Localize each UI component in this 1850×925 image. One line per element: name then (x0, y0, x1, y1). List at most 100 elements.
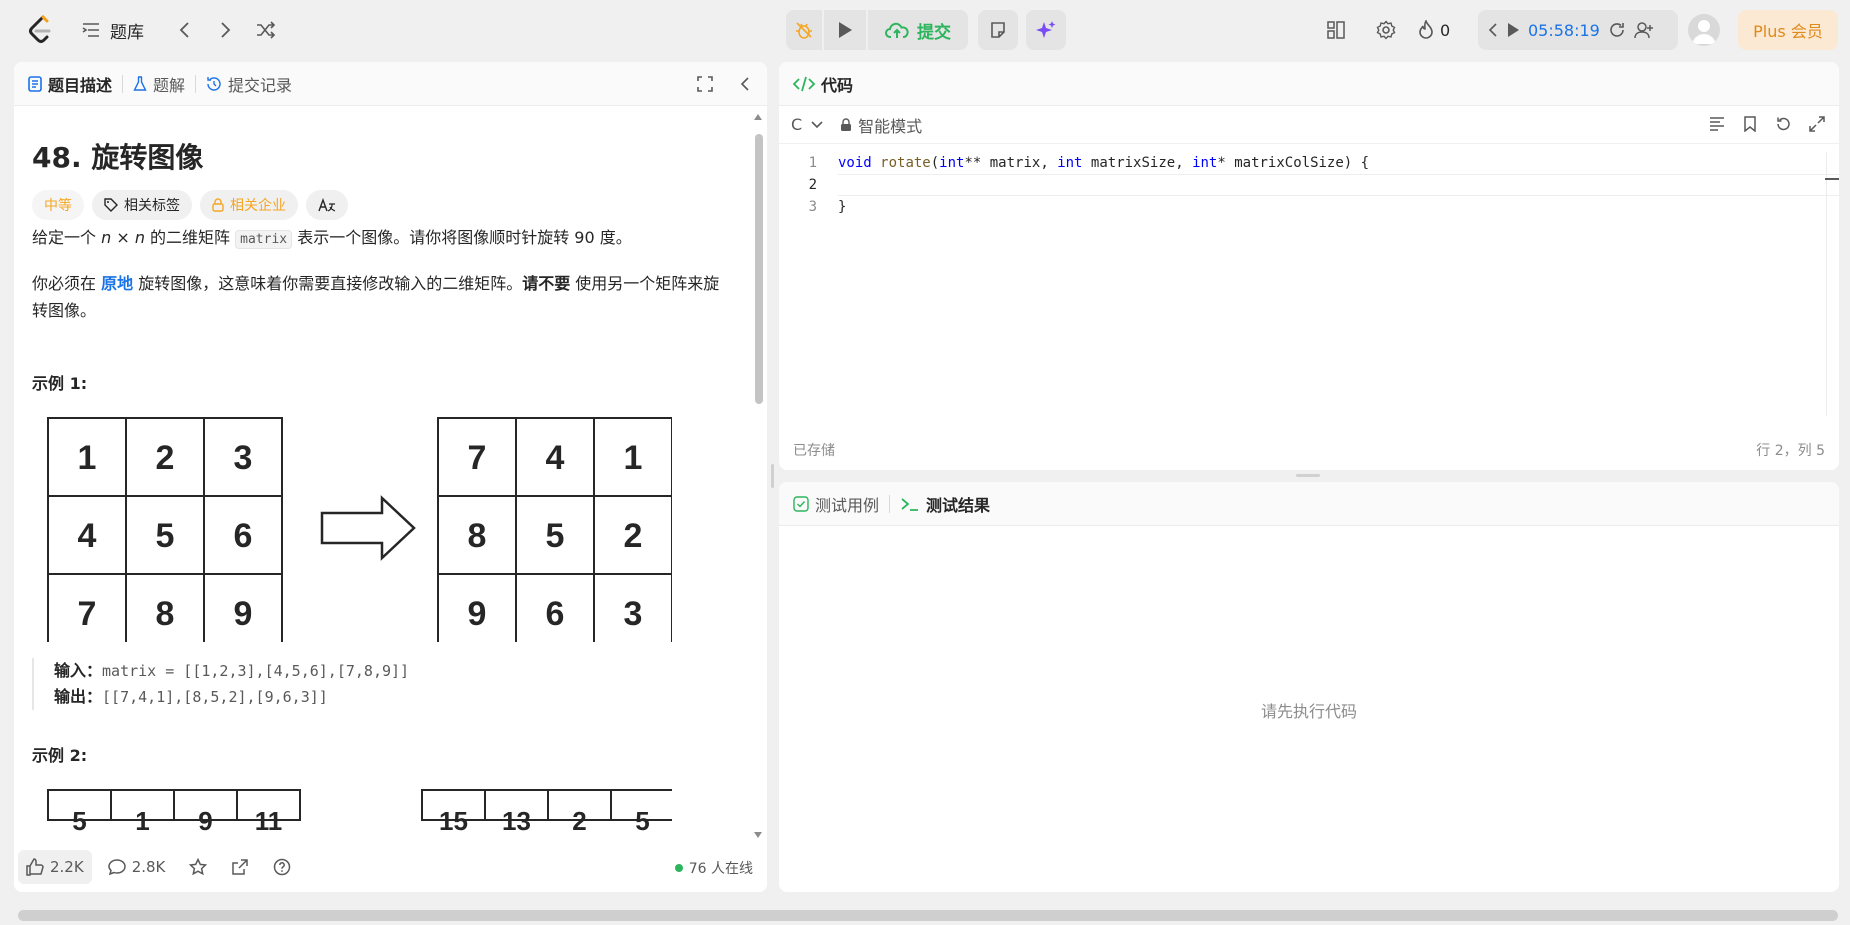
grid-cell-value: 11 (255, 806, 283, 836)
smart-mode-toggle[interactable]: 智能模式 (840, 113, 922, 137)
kw-int: int (939, 155, 965, 171)
code-panel: 代码 C 智能模式 1 void rotate(int** matrix, in… (779, 62, 1839, 470)
debug-button[interactable] (786, 10, 822, 50)
notes-button[interactable] (978, 10, 1018, 50)
kw-int: int (1192, 155, 1218, 171)
favorite-button[interactable] (181, 850, 215, 884)
grid-cell-value: 3 (234, 439, 253, 477)
page-horizontal-scrollbar[interactable] (18, 910, 1838, 921)
code-status-bar: 已存储 行 2，列 5 (779, 430, 1839, 470)
tab-divider (889, 494, 891, 513)
avatar-icon (1692, 20, 1716, 44)
comments-button[interactable]: 2.8K (100, 850, 174, 884)
tab-test-result[interactable]: 测试结果 (900, 492, 990, 516)
lock-icon (212, 198, 224, 212)
grid2-before: 5 1 9 11 (47, 789, 301, 836)
settings-button[interactable] (1370, 14, 1402, 46)
test-tabbar: 测试用例 测试结果 (779, 482, 1839, 526)
shuffle-icon (257, 21, 276, 39)
translate-button[interactable] (306, 190, 348, 220)
scroll-up-icon[interactable] (754, 114, 762, 120)
companies-tag-button[interactable]: 相关企业 (200, 190, 298, 220)
share-button[interactable] (223, 850, 257, 884)
random-problem-button[interactable] (252, 14, 280, 46)
para1-math: n × n (101, 228, 145, 247)
prev-problem-button[interactable] (170, 14, 198, 46)
description-panel: 题目描述 题解 提交记录 48. 旋转图像 中等 相关标签 相关企业 给定一个 … (14, 62, 767, 892)
leetcode-logo-icon[interactable] (22, 12, 58, 48)
tab-divider (195, 74, 197, 93)
play-icon[interactable] (1506, 22, 1520, 38)
expand-icon[interactable] (1809, 116, 1825, 132)
like-button[interactable]: 2.2K (18, 850, 92, 884)
grid-cell-value: 1 (78, 439, 97, 477)
difficulty-badge[interactable]: 中等 (32, 190, 84, 220)
description-paragraph-2: 你必须在 原地 旋转图像，这意味着你需要直接修改输入的二维矩阵。请不要 使用另一… (32, 270, 732, 324)
bookmark-icon[interactable] (1743, 116, 1757, 132)
tab-description[interactable]: 题目描述 (28, 72, 112, 96)
tab-submissions[interactable]: 提交记录 (206, 72, 292, 96)
history-icon (207, 76, 221, 91)
grid-cell-value: 5 (546, 517, 565, 555)
question-icon (274, 858, 291, 876)
example-1-image: 1 2 3 4 5 6 7 8 9 7 4 1 8 5 2 9 6 3 (47, 417, 672, 642)
output-label: 输出： (54, 687, 103, 706)
online-dot-icon (674, 864, 683, 872)
submit-button[interactable]: 提交 (868, 10, 968, 50)
test-panel: 测试用例 测试结果 请先执行代码 (779, 482, 1839, 892)
grid-cell-value: 1 (135, 806, 149, 836)
line-number: 2 (808, 177, 817, 193)
problem-list-button[interactable]: 题库 (82, 14, 144, 46)
collapse-panel-icon[interactable] (739, 76, 751, 92)
streak-counter[interactable]: 0 (1418, 14, 1450, 46)
description-scrollbar[interactable] (753, 114, 763, 838)
problem-list-label: 题库 (110, 22, 144, 43)
grid-cell-value: 1 (624, 439, 643, 477)
tab-solutions-label: 题解 (153, 75, 186, 95)
code-line: 2 (779, 174, 1839, 196)
submit-label: 提交 (917, 22, 951, 43)
streak-count: 0 (1440, 20, 1451, 40)
gear-icon (1376, 20, 1396, 40)
lock-icon (841, 117, 852, 131)
in-place-link[interactable]: 原地 (101, 274, 133, 293)
description-tabbar: 题目描述 题解 提交记录 (14, 62, 767, 106)
cloud-upload-icon (885, 22, 909, 38)
reset-code-icon[interactable] (1775, 116, 1791, 132)
topics-tag-label: 相关标签 (124, 198, 180, 214)
add-user-icon[interactable] (1634, 21, 1654, 39)
fullscreen-icon[interactable] (697, 76, 713, 92)
tab-testcases[interactable]: 测试用例 (793, 492, 879, 516)
line-number: 1 (808, 155, 817, 171)
grid-cell-value: 5 (156, 517, 175, 555)
reset-icon[interactable] (1608, 21, 1626, 39)
grid2-after: 15 13 2 5 (421, 789, 672, 836)
help-button[interactable] (265, 850, 299, 884)
horizontal-splitter[interactable] (1296, 474, 1320, 477)
vertical-splitter[interactable] (771, 464, 774, 488)
description-scroll-thumb[interactable] (755, 134, 763, 404)
plus-membership-button[interactable]: Plus 会员 (1738, 10, 1838, 50)
format-code-icon[interactable] (1709, 116, 1725, 132)
star-icon (189, 858, 208, 876)
play-icon (839, 22, 852, 38)
ai-assistant-button[interactable] (1026, 10, 1066, 50)
scroll-down-icon[interactable] (754, 832, 762, 838)
terminal-icon (901, 497, 919, 511)
user-avatar[interactable] (1688, 14, 1720, 46)
editor-scrollbar-track[interactable] (1826, 152, 1827, 416)
run-button[interactable] (824, 10, 866, 50)
topics-tag-button[interactable]: 相关标签 (92, 190, 192, 220)
language-select[interactable]: C (791, 115, 824, 134)
layout-button[interactable] (1320, 14, 1352, 46)
tab-code[interactable]: 代码 (793, 72, 853, 96)
tab-solutions[interactable]: 题解 (133, 72, 185, 96)
arrow-right-icon (320, 495, 416, 561)
code-editor[interactable]: 1 void rotate(int** matrix, int matrixSi… (779, 152, 1839, 416)
kw-int: int (1057, 155, 1083, 171)
flask-icon (133, 75, 147, 91)
grid-cell-value: 2 (624, 517, 643, 555)
chevron-left-icon[interactable] (1488, 22, 1498, 38)
next-problem-button[interactable] (212, 14, 240, 46)
grid-cell-value: 9 (234, 595, 253, 633)
